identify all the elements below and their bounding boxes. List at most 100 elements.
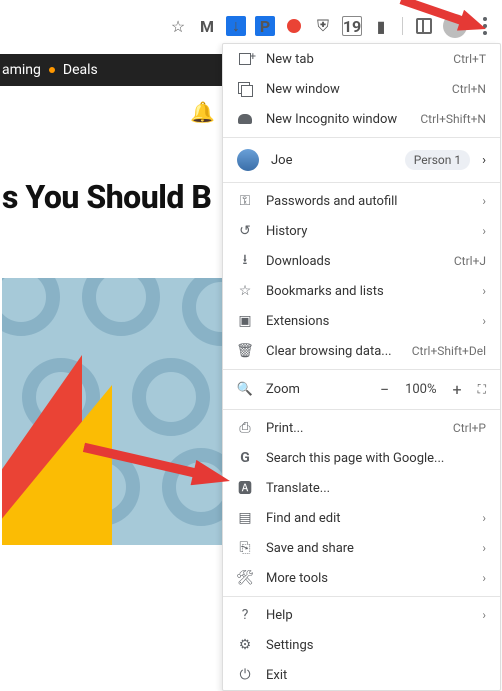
menu-item-settings[interactable]: ⚙ Settings [223, 630, 500, 660]
menu-item-bookmarks[interactable]: ☆ Bookmarks and lists › [223, 276, 500, 306]
chevron-right-icon: › [482, 511, 486, 525]
menu-label: Translate... [266, 481, 486, 496]
chevron-right-icon: › [482, 541, 486, 555]
menu-label: New tab [266, 52, 440, 67]
menu-separator [223, 596, 500, 597]
nav-item[interactable]: aming [2, 62, 41, 78]
menu-item-downloads[interactable]: ⭳ Downloads Ctrl+J [223, 246, 500, 276]
menu-item-new-window[interactable]: New window Ctrl+N [223, 74, 500, 104]
dot-separator-icon [49, 67, 55, 73]
menu-separator [223, 137, 500, 138]
menu-label: New Incognito window [266, 112, 407, 127]
extensions-icon: ▣ [237, 313, 253, 329]
history-icon: ↺ [237, 223, 253, 239]
key-icon: ⚿ [237, 193, 253, 209]
fullscreen-icon[interactable]: ⛶ [478, 382, 486, 397]
menu-label: Settings [266, 638, 486, 653]
shortcut: Ctrl+Shift+N [420, 112, 486, 126]
gmail-icon[interactable]: M [197, 16, 217, 36]
google-icon: G [237, 450, 253, 466]
shortcut: Ctrl+Shift+Del [412, 344, 486, 358]
menu-item-incognito[interactable]: New Incognito window Ctrl+Shift+N [223, 104, 500, 134]
zoom-in-button[interactable]: + [449, 380, 466, 399]
translate-icon: 🅰 [237, 480, 253, 496]
menu-item-find[interactable]: ▤ Find and edit › [223, 503, 500, 533]
chevron-right-icon: › [482, 153, 486, 168]
menu-label: Clear browsing data... [266, 344, 399, 359]
menu-label: Help [266, 608, 469, 623]
new-tab-icon [237, 51, 253, 67]
menu-item-zoom: 🔍 Zoom − 100% + ⛶ [223, 373, 500, 406]
hero-image [2, 278, 222, 545]
menu-label: Extensions [266, 314, 469, 329]
menu-profile-row[interactable]: Joe Person 1 › [223, 141, 500, 179]
shortcut: Ctrl+T [453, 52, 486, 66]
menu-label: More tools [266, 571, 469, 586]
menu-item-print[interactable]: ⎙ Print... Ctrl+P [223, 413, 500, 443]
menu-item-clear-data[interactable]: 🗑 Clear browsing data... Ctrl+Shift+Del [223, 336, 500, 366]
shortcut: Ctrl+N [452, 82, 486, 96]
ext-amber-icon[interactable]: ▮ [371, 16, 391, 36]
menu-label: Bookmarks and lists [266, 284, 469, 299]
browser-main-menu: New tab Ctrl+T New window Ctrl+N New Inc… [222, 43, 501, 691]
site-nav-strip: aming Deals [0, 54, 222, 86]
menu-label: Find and edit [266, 511, 469, 526]
menu-item-translate[interactable]: 🅰 Translate... [223, 473, 500, 503]
chevron-right-icon: › [482, 608, 486, 622]
menu-label: History [266, 224, 469, 239]
zoom-out-button[interactable]: − [376, 380, 393, 399]
menu-item-history[interactable]: ↺ History › [223, 216, 500, 246]
menu-label: Exit [266, 668, 486, 683]
zoom-value: 100% [405, 382, 436, 397]
calendar-ext-icon[interactable]: 19 [342, 16, 362, 36]
chevron-right-icon: › [482, 571, 486, 585]
chevron-right-icon: › [482, 224, 486, 238]
menu-item-new-tab[interactable]: New tab Ctrl+T [223, 44, 500, 74]
zoom-label: Zoom [266, 382, 363, 397]
incognito-icon [237, 111, 253, 127]
find-icon: ▤ [237, 510, 253, 526]
profile-avatar-small-icon [237, 149, 259, 171]
ext-red-icon[interactable] [284, 16, 304, 36]
bell-icon[interactable]: 🔔 [190, 100, 215, 124]
ext-p-icon[interactable]: P [255, 16, 275, 36]
menu-label: Search this page with Google... [266, 451, 486, 466]
menu-item-help[interactable]: ? Help › [223, 600, 500, 630]
menu-separator [223, 369, 500, 370]
toolbar-divider [402, 17, 403, 35]
article-headline: s You Should B [2, 178, 211, 216]
menu-item-more-tools[interactable]: 🛠 More tools › [223, 563, 500, 593]
exit-icon: ⏻ [237, 667, 253, 683]
new-window-icon [237, 81, 253, 97]
menu-item-extensions[interactable]: ▣ Extensions › [223, 306, 500, 336]
menu-separator [223, 409, 500, 410]
download-icon: ⭳ [237, 253, 253, 269]
help-icon: ? [237, 607, 253, 623]
profile-badge: Person 1 [405, 150, 470, 170]
side-panel-icon[interactable] [414, 16, 434, 36]
menu-item-search-page[interactable]: G Search this page with Google... [223, 443, 500, 473]
save-icon: ⎘ [237, 540, 253, 556]
nav-item[interactable]: Deals [63, 62, 98, 78]
tools-icon: 🛠 [237, 570, 253, 586]
bookmark-star-icon[interactable]: ☆ [168, 16, 188, 36]
menu-label: Save and share [266, 541, 469, 556]
menu-label: Print... [266, 421, 440, 436]
menu-label: New window [266, 82, 439, 97]
zoom-icon: 🔍 [237, 382, 253, 398]
shield-icon[interactable]: ⛨ [313, 16, 333, 36]
print-icon: ⎙ [237, 420, 253, 436]
shortcut: Ctrl+J [454, 254, 486, 268]
menu-label: Downloads [266, 254, 441, 269]
bookmark-icon: ☆ [237, 283, 253, 299]
downloader-ext-icon[interactable]: ↓ [226, 16, 246, 36]
profile-name: Joe [271, 153, 393, 168]
trash-icon: 🗑 [237, 343, 253, 359]
menu-item-passwords[interactable]: ⚿ Passwords and autofill › [223, 186, 500, 216]
gear-icon: ⚙ [237, 637, 253, 653]
menu-item-exit[interactable]: ⏻ Exit [223, 660, 500, 690]
menu-item-save-share[interactable]: ⎘ Save and share › [223, 533, 500, 563]
menu-label: Passwords and autofill [266, 194, 469, 209]
chevron-right-icon: › [482, 284, 486, 298]
menu-separator [223, 182, 500, 183]
